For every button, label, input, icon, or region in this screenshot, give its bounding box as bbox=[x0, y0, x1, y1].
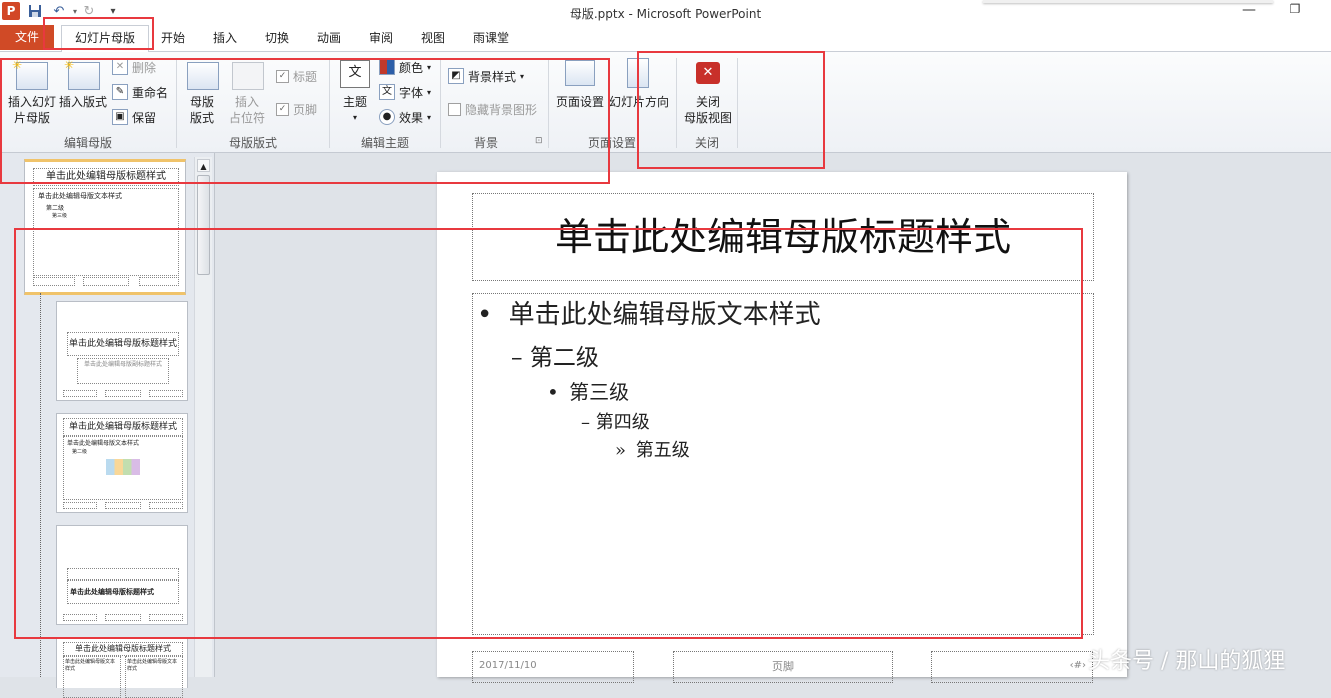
thumb-body-text: 单击此处编辑母版文本样式 bbox=[38, 192, 122, 200]
footer-placeholder[interactable]: 页脚 bbox=[673, 651, 893, 683]
highlight-box-tab bbox=[43, 17, 154, 50]
tab-yuketang[interactable]: 雨课堂 bbox=[467, 25, 515, 51]
thumb-title: 单击此处编辑母版标题样式 bbox=[75, 644, 171, 653]
restore-icon[interactable]: ❐ bbox=[1284, 2, 1306, 22]
overlay-popup-edge bbox=[983, 0, 1273, 3]
tab-view[interactable]: 视图 bbox=[415, 25, 451, 51]
thumb-title-placeholder: 单击此处编辑母版标题样式 bbox=[63, 642, 183, 656]
tab-insert[interactable]: 插入 bbox=[207, 25, 243, 51]
date-placeholder[interactable]: 2017/11/10 bbox=[472, 651, 634, 683]
thumb-body-l2: 第二级 bbox=[46, 205, 65, 212]
thumb-right-text: 单击此处编辑母版文本样式 bbox=[127, 659, 178, 672]
title-bar: P ↶ ▾ ↻ ▾ 母版.pptx - Microsoft PowerPoint… bbox=[0, 0, 1331, 24]
ribbon-tab-bar bbox=[0, 24, 1331, 52]
slide-footer: 页脚 bbox=[772, 660, 794, 673]
tab-home[interactable]: 开始 bbox=[155, 25, 191, 51]
slide-page-number: ‹#› bbox=[1069, 660, 1086, 671]
tab-review[interactable]: 审阅 bbox=[363, 25, 399, 51]
thumb-left-text: 单击此处编辑母版文本样式 bbox=[65, 659, 116, 672]
thumb-right-content: 单击此处编辑母版文本样式 bbox=[125, 656, 183, 698]
thumb-body-l3: 第三级 bbox=[52, 213, 68, 219]
window-title: 母版.pptx - Microsoft PowerPoint bbox=[569, 7, 762, 21]
thumb-left-content: 单击此处编辑母版文本样式 bbox=[63, 656, 121, 698]
page-number-placeholder[interactable]: ‹#› bbox=[931, 651, 1093, 683]
minimize-icon[interactable]: — bbox=[1238, 2, 1260, 22]
watermark-text: 头条号 / 那山的狐狸 bbox=[1088, 649, 1286, 674]
slide-date: 2017/11/10 bbox=[479, 660, 537, 671]
highlight-box-close bbox=[637, 51, 825, 169]
highlight-box-content bbox=[14, 228, 1083, 639]
tab-animations[interactable]: 动画 bbox=[311, 25, 347, 51]
thumbnail-layout-two-content[interactable]: 单击此处编辑母版标题样式 单击此处编辑母版文本样式 单击此处编辑母版文本样式 bbox=[56, 637, 188, 698]
highlight-box-ribbon-left bbox=[0, 58, 610, 184]
tab-transitions[interactable]: 切换 bbox=[259, 25, 295, 51]
